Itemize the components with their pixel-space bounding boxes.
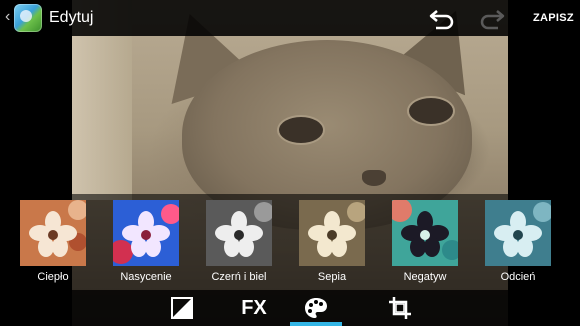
exposure-tool[interactable] [156, 290, 208, 326]
app-gallery-icon[interactable] [14, 4, 42, 32]
filter-label: Czerń i biel [211, 271, 267, 283]
editor-toolbar: FX [0, 290, 580, 326]
undo-icon[interactable] [428, 6, 456, 30]
fx-label: FX [241, 296, 267, 319]
cat-eye-left [277, 115, 325, 145]
filter-thumbnail [392, 200, 458, 266]
fx-tool[interactable]: FX [228, 290, 280, 326]
page-title: Edytuj [49, 9, 94, 26]
filter-black-white[interactable]: Czerń i biel [204, 200, 274, 283]
crop-tool[interactable] [374, 290, 426, 326]
filter-tint[interactable]: Odcień [483, 200, 553, 283]
exposure-icon [171, 297, 193, 319]
filter-label: Ciepło [37, 271, 69, 283]
filter-label: Odcień [500, 271, 536, 283]
filter-negative[interactable]: Negatyw [390, 200, 460, 283]
filter-label: Negatyw [403, 271, 447, 283]
filter-thumbnail [113, 200, 179, 266]
save-button[interactable]: ZAPISZ [533, 12, 574, 24]
filter-thumbnail [299, 200, 365, 266]
cat-eye-right [407, 96, 455, 126]
color-tool[interactable] [290, 290, 342, 326]
filter-strip: Ciepło Nasycenie Czerń i biel Sepia Nega… [0, 194, 580, 290]
crop-icon [389, 297, 411, 319]
filter-label: Sepia [317, 271, 347, 283]
filter-warm[interactable]: Ciepło [18, 200, 88, 283]
filter-thumbnail [206, 200, 272, 266]
filter-sepia[interactable]: Sepia [297, 200, 367, 283]
filter-thumbnail [485, 200, 551, 266]
action-bar: ‹ Edytuj ZAPISZ [0, 0, 580, 36]
cat-nose [362, 170, 386, 186]
filter-saturated[interactable]: Nasycenie [111, 200, 181, 283]
color-palette-icon [305, 298, 327, 318]
back-chevron-icon[interactable]: ‹ [5, 8, 10, 26]
filter-thumbnail [20, 200, 86, 266]
filter-label: Nasycenie [120, 271, 172, 283]
redo-icon[interactable] [478, 6, 506, 30]
